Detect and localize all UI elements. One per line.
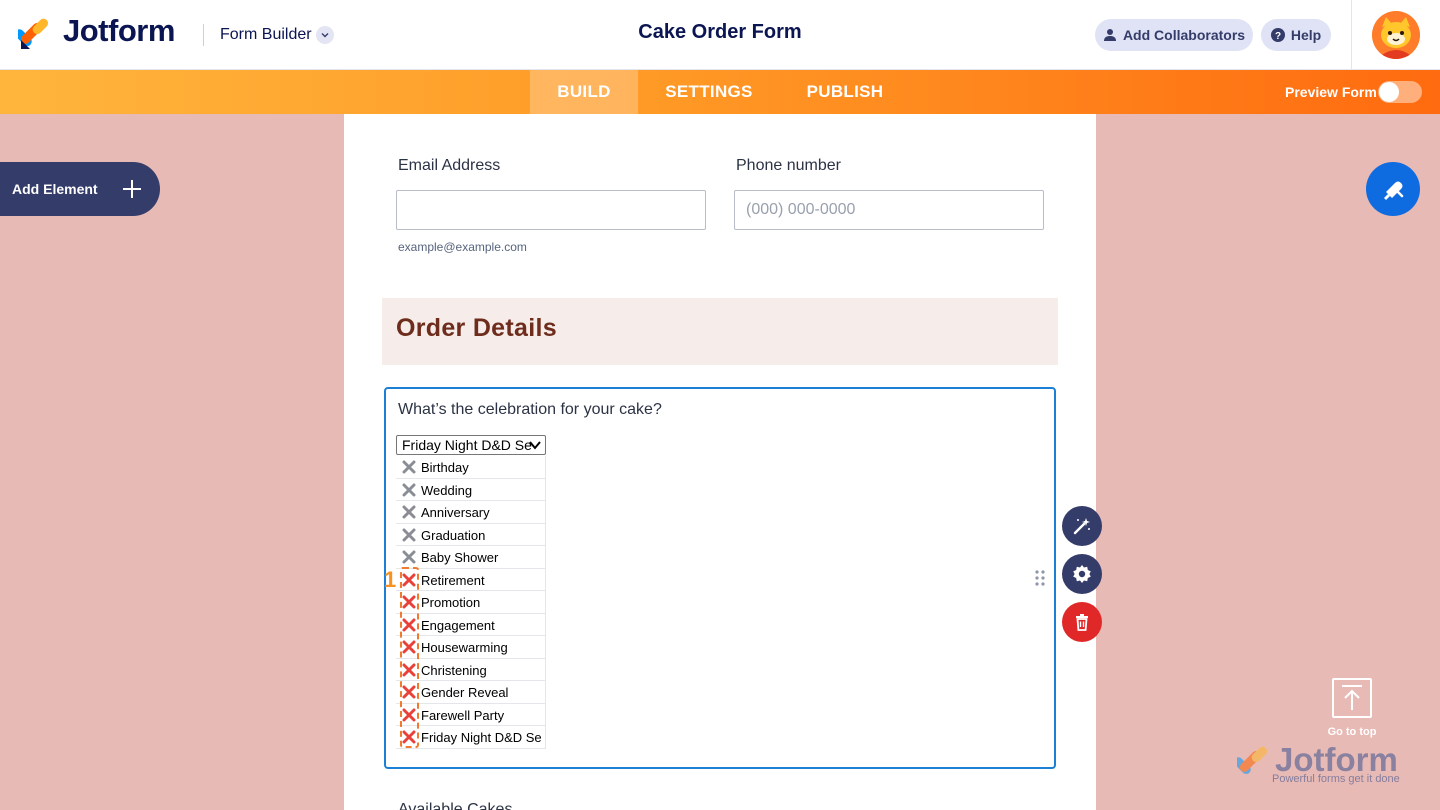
help-label: Help [1290,27,1322,43]
trash-icon [1076,614,1088,631]
magic-wand-button[interactable] [1062,506,1102,546]
celebration-dropdown[interactable]: Friday Night D&D Se [396,435,546,455]
option-label: Anniversary [421,505,490,520]
svg-text:?: ? [1275,31,1281,42]
remove-icon[interactable] [402,460,416,474]
list-item[interactable]: Graduation [396,523,546,546]
option-label: Christening [421,662,487,678]
drag-handle-icon[interactable] [1034,570,1046,586]
email-field[interactable] [396,190,706,230]
form-designer-button[interactable] [1366,162,1420,216]
tab-build[interactable]: BUILD [530,70,638,114]
top-header: Jotform Form Builder Cake Order Form Add… [0,0,1440,70]
tab-settings[interactable]: SETTINGS [650,70,768,114]
jotform-logo-icon[interactable] [18,16,52,50]
option-label: Friday Night D&D Se [421,730,542,745]
chevron-down-icon[interactable] [316,26,334,44]
add-collaborators-label: Add Collaborators [1122,27,1246,43]
option-label: Wedding [421,482,473,498]
option-label: Farewell Party [421,707,505,723]
jotform-watermark-logo-icon [1237,746,1268,775]
remove-icon[interactable] [402,550,416,564]
section-header[interactable]: Order Details [382,298,1058,365]
add-collaborators-button[interactable]: Add Collaborators [1095,19,1253,51]
watermark-tagline: Powerful forms get it done [1272,773,1400,785]
option-label: Gender Reveal [421,685,509,700]
avatar-cat-icon [1372,11,1420,59]
chevron-down-icon [529,441,541,450]
avatar[interactable] [1372,11,1420,59]
question-label[interactable]: What’s the celebration for your cake? [398,401,662,419]
option-label: Graduation [421,527,486,543]
brand-name[interactable]: Jotform [63,13,175,49]
field-settings-button[interactable] [1062,554,1102,594]
plus-icon [123,180,141,198]
add-element-label: Add Element [12,181,98,197]
phone-field[interactable] [734,190,1044,230]
paint-roller-icon [1384,181,1404,200]
option-label: Engagement [421,617,495,633]
tab-publish[interactable]: PUBLISH [790,70,900,114]
go-to-top-label: Go to top [1327,726,1377,738]
builder-nav: BUILD SETTINGS PUBLISH Preview Form [0,70,1440,114]
form-builder-menu[interactable]: Form Builder [220,26,312,44]
add-element-button[interactable]: Add Element [0,162,160,216]
list-item[interactable]: Birthday [396,456,546,479]
delete-field-button[interactable] [1062,602,1102,642]
gear-icon [1073,565,1091,583]
magic-wand-icon [1073,518,1090,535]
next-field-label: Available Cakes [398,801,513,810]
highlight-box [400,567,419,748]
remove-icon[interactable] [402,505,416,519]
list-item[interactable]: Baby Shower [396,546,546,569]
option-label: Baby Shower [421,550,499,565]
phone-label: Phone number [736,157,841,174]
option-label: Birthday [421,460,469,475]
dropdown-selected-value: Friday Night D&D Se [402,437,532,453]
form-title[interactable]: Cake Order Form [638,21,801,43]
help-button[interactable]: ? Help [1261,19,1331,51]
header-divider [203,24,204,46]
option-label: Housewarming [421,640,508,655]
header-divider [1351,0,1352,70]
preview-form-label: Preview Form [1285,84,1377,100]
list-item[interactable]: Wedding [396,478,546,501]
remove-icon[interactable] [402,483,416,497]
preview-form-toggle[interactable] [1378,81,1422,103]
go-to-top-button[interactable]: Go to top [1322,678,1382,740]
toggle-knob [1379,82,1399,102]
section-title: Order Details [396,314,557,342]
arrow-up-icon [1342,685,1362,710]
email-sublabel: example@example.com [398,240,527,254]
annotation-marker: 1 [384,567,397,592]
remove-icon[interactable] [402,528,416,542]
option-label: Promotion [421,595,481,610]
option-label: Retirement [421,572,485,588]
email-label: Email Address [398,157,501,174]
list-item[interactable]: Anniversary [396,501,546,524]
question-icon: ? [1270,28,1285,42]
user-icon [1103,29,1116,41]
